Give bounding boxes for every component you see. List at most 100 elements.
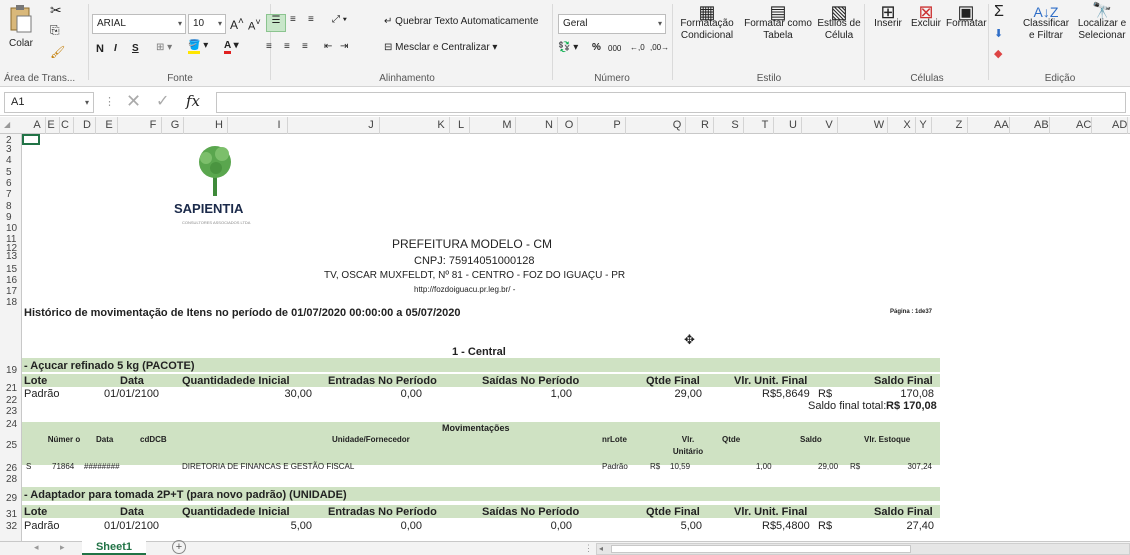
percent-button[interactable]: % <box>592 42 601 54</box>
column-header-p[interactable]: P <box>610 119 624 131</box>
cell-styles-button[interactable]: ▧ Estilos de Célula <box>814 3 864 42</box>
column-header-d[interactable]: D <box>80 119 94 131</box>
row-header-24[interactable]: 24 <box>0 420 22 430</box>
column-header-g[interactable]: G <box>168 119 182 131</box>
column-header-x[interactable]: X <box>900 119 914 131</box>
italic-button[interactable]: I <box>114 43 117 55</box>
column-header-y[interactable]: Y <box>916 119 930 131</box>
clear-icon[interactable]: ◆ <box>994 48 1002 60</box>
enter-icon[interactable]: ✓ <box>156 91 169 111</box>
cut-icon[interactable]: ✂ <box>50 3 62 17</box>
column-header-u[interactable]: U <box>786 119 800 131</box>
row-header-5[interactable]: 5 <box>0 168 22 178</box>
column-header-l[interactable]: L <box>454 119 468 131</box>
merge-center-button[interactable]: ⊟ Mesclar e Centralizar ▾ <box>384 42 497 54</box>
grow-font-icon[interactable]: A˄ <box>230 16 244 31</box>
column-header-r[interactable]: R <box>698 119 712 131</box>
row-header-18[interactable]: 18 <box>0 298 22 308</box>
row-header-7[interactable]: 7 <box>0 190 22 200</box>
align-center-icon[interactable]: ≡ <box>284 41 290 53</box>
column-header-k[interactable]: K <box>434 119 448 131</box>
column-header-ab[interactable]: AB <box>1034 119 1049 131</box>
column-header-j[interactable]: J <box>364 119 378 131</box>
align-bottom-icon[interactable]: ≡ <box>308 14 314 26</box>
row-header-19[interactable]: 19 <box>0 366 22 376</box>
orientation-icon[interactable]: ⤢ ▾ <box>332 14 347 26</box>
row-header-31[interactable]: 31 <box>0 510 22 520</box>
row-header-4[interactable]: 4 <box>0 156 22 166</box>
name-box[interactable]: A1 ▾ <box>4 92 94 113</box>
scroll-left-icon[interactable]: ◂ <box>34 542 39 553</box>
column-header-ac[interactable]: AC <box>1076 119 1091 131</box>
thousands-button[interactable]: 000 <box>608 43 621 55</box>
row-header-23[interactable]: 23 <box>0 407 22 417</box>
column-header-a[interactable]: A <box>30 119 44 131</box>
align-right-icon[interactable]: ≡ <box>302 41 308 53</box>
paste-button[interactable]: Colar <box>4 4 38 68</box>
scroll-right-icon[interactable]: ▸ <box>60 542 65 553</box>
formula-input[interactable] <box>216 92 1126 113</box>
row-header-22[interactable]: 22 <box>0 396 22 406</box>
align-middle-icon[interactable]: ≡ <box>290 14 296 26</box>
column-header-n[interactable]: N <box>542 119 556 131</box>
font-size-select[interactable]: 10 ▾ <box>188 14 226 34</box>
row-header-10[interactable]: 10 <box>0 224 22 234</box>
find-select-button[interactable]: 🔭 Localizar e Selecionar <box>1074 4 1130 42</box>
column-header-o[interactable]: O <box>562 119 576 131</box>
row-header-13[interactable]: 13 <box>0 252 22 262</box>
row-header-16[interactable]: 16 <box>0 276 22 286</box>
tab-sheet1[interactable]: Sheet1 <box>82 541 146 555</box>
select-all-icon[interactable]: ◢ <box>4 120 10 129</box>
row-header-6[interactable]: 6 <box>0 179 22 189</box>
column-header-h[interactable]: H <box>212 119 226 131</box>
bold-button[interactable]: N <box>96 43 104 55</box>
row-header-29[interactable]: 29 <box>0 494 22 504</box>
insert-function-button[interactable]: fx <box>186 92 200 110</box>
fill-color-icon[interactable]: 🪣 ▾ <box>188 40 208 54</box>
row-header-21[interactable]: 21 <box>0 384 22 394</box>
align-top-icon[interactable]: ☰ <box>266 14 286 32</box>
number-format-select[interactable]: Geral ▾ <box>558 14 666 34</box>
format-cells-button[interactable]: ▣ Formatar <box>946 3 987 30</box>
column-header-w[interactable]: W <box>872 119 886 131</box>
row-header-3[interactable]: 3 <box>0 145 22 155</box>
column-header-aa[interactable]: AA <box>994 119 1009 131</box>
fill-icon[interactable]: ⬇ <box>994 28 1003 40</box>
active-cell[interactable] <box>22 134 40 145</box>
decrease-decimal-icon[interactable]: ,00→ <box>650 42 669 54</box>
font-name-select[interactable]: ARIAL ▾ <box>92 14 186 34</box>
increase-indent-icon[interactable]: ⇥ <box>340 41 348 53</box>
format-painter-icon[interactable]: 🖌 <box>50 46 65 58</box>
column-header-e[interactable]: E <box>102 119 116 131</box>
column-header-q[interactable]: Q <box>670 119 684 131</box>
column-header-i[interactable]: I <box>272 119 286 131</box>
row-header-28[interactable]: 28 <box>0 475 22 485</box>
column-header-ad[interactable]: AD <box>1112 119 1127 131</box>
column-header-m[interactable]: M <box>500 119 514 131</box>
conditional-formatting-button[interactable]: ▦ Formatação Condicional <box>676 3 738 42</box>
currency-icon[interactable]: 💱 ▾ <box>558 42 578 54</box>
insert-cells-button[interactable]: ⊞ Inserir <box>870 3 906 30</box>
column-header-s[interactable]: S <box>728 119 742 131</box>
format-as-table-button[interactable]: ▤ Formatar como Tabela <box>742 3 814 42</box>
shrink-font-icon[interactable]: A˅ <box>248 16 261 33</box>
borders-icon[interactable]: ⊞ ▾ <box>156 42 172 54</box>
row-header-15[interactable]: 15 <box>0 265 22 275</box>
column-header-t[interactable]: T <box>758 119 772 131</box>
increase-decimal-icon[interactable]: ←,0 <box>630 42 645 54</box>
wrap-text-button[interactable]: ↵ Quebrar Texto Automaticamente <box>384 16 538 28</box>
sheet-area[interactable]: SAPIENTIA CONSULTORES ASSOCIADOS LTDA PR… <box>22 134 1130 541</box>
scrollbar-thumb[interactable] <box>611 545 911 553</box>
column-header-f[interactable]: F <box>146 119 160 131</box>
sort-filter-button[interactable]: A↓Z Classificar e Filtrar <box>1018 5 1074 42</box>
delete-cells-button[interactable]: ⊠ Excluir <box>908 3 944 30</box>
row-header-25[interactable]: 25 <box>0 441 22 451</box>
underline-button[interactable]: S <box>132 43 139 55</box>
column-header-v[interactable]: V <box>822 119 836 131</box>
row-header-32[interactable]: 32 <box>0 522 22 532</box>
copy-icon[interactable]: ⎘ <box>50 24 60 36</box>
column-header-e[interactable]: E <box>44 119 58 131</box>
font-color-icon[interactable]: A ▾ <box>224 40 239 54</box>
row-header-9[interactable]: 9 <box>0 213 22 223</box>
row-header-17[interactable]: 17 <box>0 287 22 297</box>
